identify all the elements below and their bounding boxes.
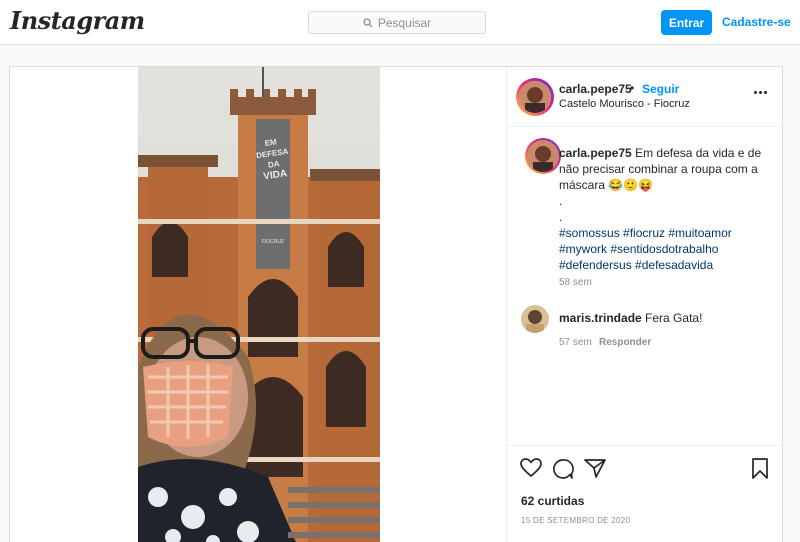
post-photo: EM DEFESA DA VIDA FIOCRUZ xyxy=(138,67,380,542)
reply-button[interactable]: Responder xyxy=(599,337,651,348)
more-options-icon[interactable] xyxy=(754,91,767,94)
comment-timestamp[interactable]: 57 sem xyxy=(559,337,592,348)
comment: maris.trindade Fera Gata! xyxy=(559,311,702,325)
hashtags-line[interactable]: #mywork #sentidosdotrabalho xyxy=(559,241,774,257)
post-media[interactable]: EM DEFESA DA VIDA FIOCRUZ xyxy=(10,67,506,542)
top-navigation-bar: Instagram Pesquisar Entrar Cadastre-se xyxy=(0,0,800,45)
comment-text: Fera Gata! xyxy=(645,311,703,325)
commenter-avatar[interactable] xyxy=(521,305,549,333)
banner-footer: FIOCRUZ xyxy=(261,239,285,245)
comment-username[interactable]: maris.trindade xyxy=(559,311,642,325)
post-card: EM DEFESA DA VIDA FIOCRUZ carla.pepe75 •… xyxy=(9,66,785,542)
caption-timestamp[interactable]: 58 sem xyxy=(559,277,592,288)
caption-dot: . xyxy=(559,210,563,224)
banner-text: EM DEFESA DA VIDA xyxy=(255,137,289,183)
caption-avatar[interactable] xyxy=(527,140,559,172)
likes-count[interactable]: 62 curtidas xyxy=(521,494,584,508)
post-date[interactable]: 15 DE SETEMBRO DE 2020 xyxy=(521,516,630,525)
signup-link[interactable]: Cadastre-se xyxy=(722,15,791,29)
post-sidebar: carla.pepe75 • Seguir Castelo Mourisco -… xyxy=(506,67,785,542)
caption-username[interactable]: carla.pepe75 xyxy=(559,146,632,160)
login-button[interactable]: Entrar xyxy=(661,10,712,35)
bookmark-icon[interactable] xyxy=(751,458,769,479)
follow-button[interactable]: Seguir xyxy=(642,82,679,96)
location-link[interactable]: Castelo Mourisco - Fiocruz xyxy=(559,98,690,110)
post-actions: 62 curtidas 15 DE SETEMBRO DE 2020 xyxy=(507,445,785,542)
hashtags-line[interactable]: #defendersus #defesadavida xyxy=(559,257,774,273)
caption-dot: . xyxy=(559,194,563,208)
header-username[interactable]: carla.pepe75 xyxy=(559,82,632,96)
hashtags-line[interactable]: #somossus #fiocruz #muitoamor xyxy=(559,225,774,241)
avatar[interactable] xyxy=(519,81,551,113)
post-caption: carla.pepe75 Em defesa da vida e de não … xyxy=(559,145,774,273)
post-header: carla.pepe75 • Seguir Castelo Mourisco -… xyxy=(507,67,785,127)
search-input[interactable]: Pesquisar xyxy=(308,11,486,34)
search-icon xyxy=(363,17,373,27)
comment-icon[interactable] xyxy=(552,458,574,480)
search-placeholder: Pesquisar xyxy=(377,15,432,30)
heart-icon[interactable] xyxy=(520,458,542,478)
separator-dot: • xyxy=(630,81,635,95)
share-icon[interactable] xyxy=(584,458,606,478)
instagram-logo[interactable]: Instagram xyxy=(10,6,145,35)
